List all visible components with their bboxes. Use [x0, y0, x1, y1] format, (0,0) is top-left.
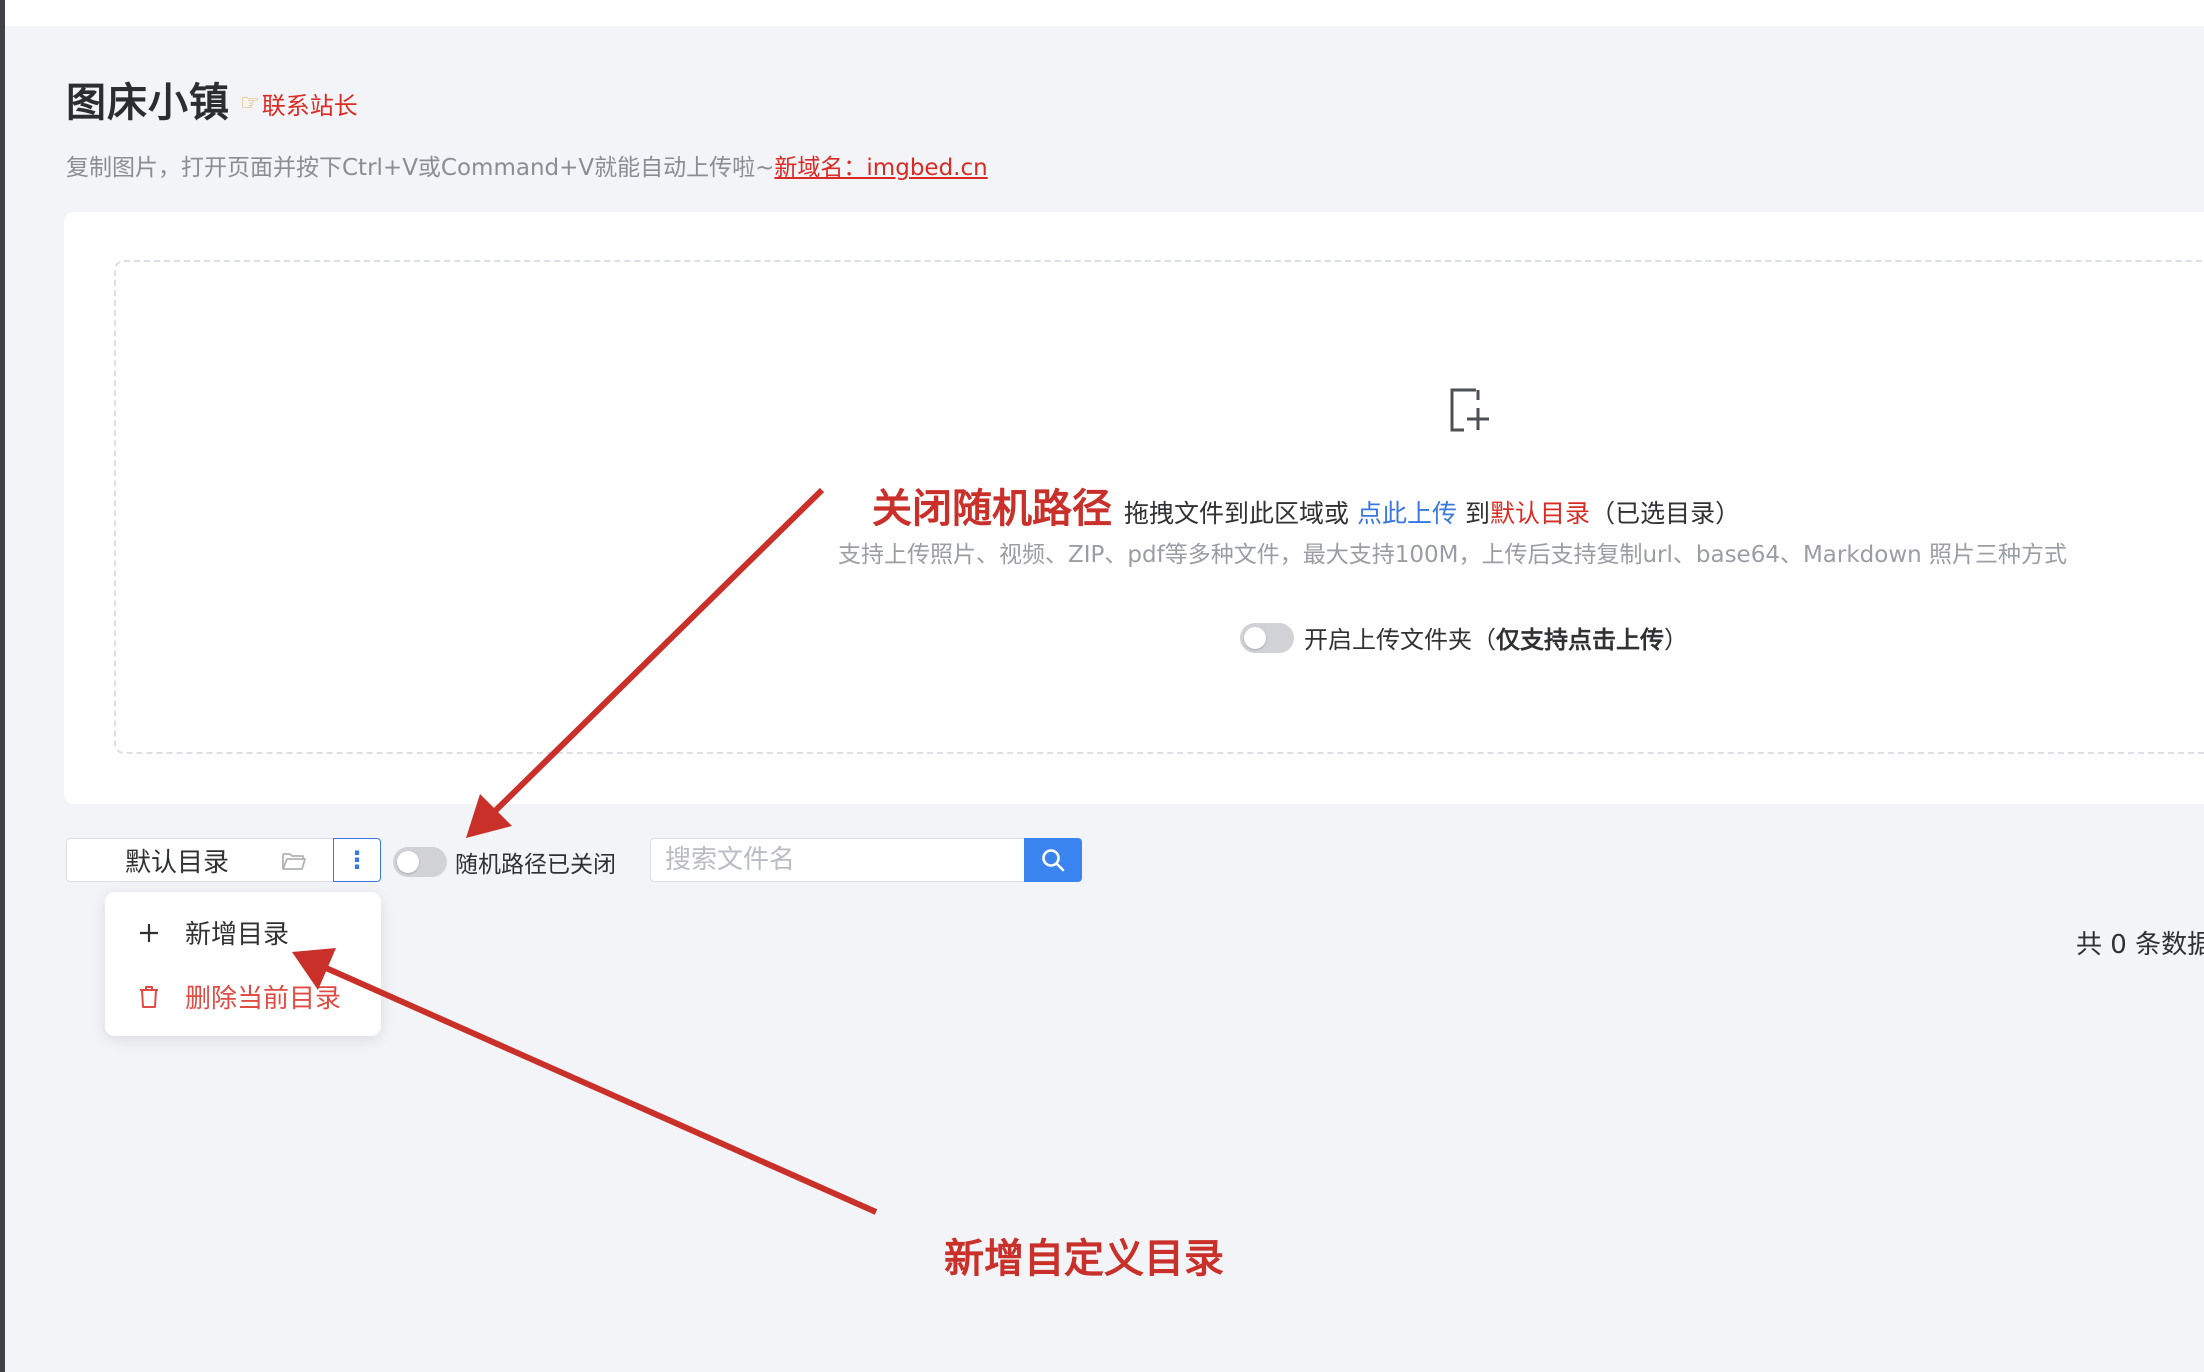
trash-icon	[135, 985, 163, 1009]
directory-more-button[interactable]: ⋮	[333, 838, 381, 882]
add-file-icon	[1450, 388, 1489, 432]
total-count: 共 0 条数据	[2076, 930, 2204, 960]
click-upload-link[interactable]: 点此上传	[1357, 494, 1457, 530]
top-header-bar	[0, 0, 2204, 26]
annotation-new-custom-directory: 新增自定义目录	[944, 1236, 1224, 1282]
upload-hint: 支持上传照片、视频、ZIP、pdf等多种文件，最大支持100M，上传后支持复制u…	[838, 542, 2068, 568]
contact-admin-label: 联系站长	[261, 91, 358, 120]
search-input[interactable]	[650, 838, 1024, 882]
plus-icon	[135, 922, 163, 944]
to-text: 到	[1465, 499, 1491, 528]
upload-folder-label: 开启上传文件夹（仅支持点击上传）	[1304, 620, 1688, 655]
delete-directory-label: 删除当前目录	[185, 984, 342, 1014]
upload-folder-label-close: ）	[1664, 626, 1688, 654]
contact-admin-link[interactable]: ☞ 联系站长	[240, 86, 358, 121]
title-row: 图床小镇 ☞ 联系站长	[66, 70, 358, 128]
search-button[interactable]	[1024, 838, 1082, 882]
page-subtitle: 复制图片，打开页面并按下Ctrl+V或Command+V就能自动上传啦~新域名：…	[66, 148, 988, 182]
target-directory-label: 默认目录	[1490, 499, 1591, 528]
upload-folder-switch[interactable]	[1240, 622, 1294, 653]
selected-dir-note: （已选目录）	[1590, 499, 1741, 528]
directory-select-value: 默认目录	[125, 847, 230, 878]
pointing-hand-icon: ☞	[240, 90, 260, 116]
new-domain-link[interactable]: 新域名：imgbed.cn	[774, 155, 987, 181]
delete-directory-menu-item[interactable]: 删除当前目录	[135, 978, 341, 1015]
add-directory-label: 新增目录	[185, 920, 290, 950]
window-edge	[0, 0, 5, 1372]
random-path-label: 随机路径已关闭	[455, 852, 616, 878]
annotation-close-random-path: 关闭随机路径	[872, 486, 1112, 532]
random-path-switch[interactable]	[393, 847, 447, 877]
drag-text: 拖拽文件到此区域或	[1124, 499, 1350, 528]
folder-open-icon	[282, 853, 306, 870]
add-directory-menu-item[interactable]: 新增目录	[135, 914, 289, 951]
more-vertical-icon: ⋮	[345, 846, 369, 874]
upload-folder-label-text: 开启上传文件夹（	[1304, 626, 1496, 654]
drop-zone-text: 关闭随机路径 拖拽文件到此区域或 点此上传 到 默认目录 （已选目录）	[872, 476, 1740, 534]
search-icon	[1042, 849, 1065, 872]
upload-folder-label-bold: 仅支持点击上传	[1496, 626, 1664, 654]
directory-dropdown-menu: 新增目录 删除当前目录	[105, 892, 381, 1036]
page-title: 图床小镇	[66, 80, 230, 126]
random-path-toggle-row: 随机路径已关闭	[393, 845, 616, 879]
directory-select[interactable]: 默认目录	[66, 838, 334, 882]
subtitle-text: 复制图片，打开页面并按下Ctrl+V或Command+V就能自动上传啦~	[66, 155, 775, 181]
upload-folder-toggle-row: 开启上传文件夹（仅支持点击上传）	[1240, 620, 1688, 655]
